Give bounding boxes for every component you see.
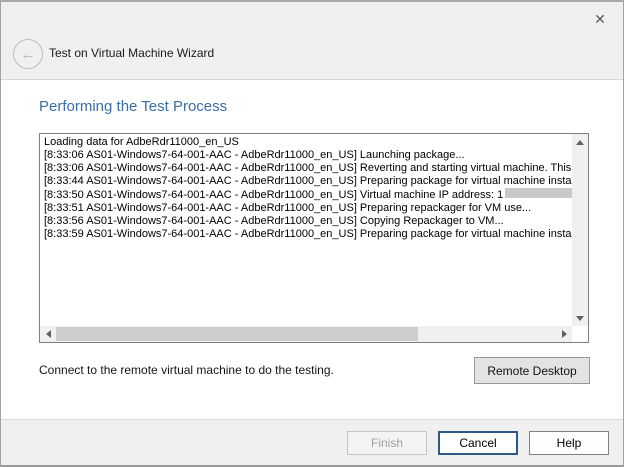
- horizontal-scroll-thumb[interactable]: [56, 327, 418, 341]
- log-line: Loading data for AdbeRdr11000_en_US: [44, 136, 568, 149]
- finish-button[interactable]: Finish: [347, 431, 427, 455]
- wizard-header: ✕ ← Test on Virtual Machine Wizard: [1, 2, 623, 80]
- log-line: [8:33:50 AS01-Windows7-64-001-AAC - Adbe…: [44, 188, 568, 202]
- instruction-text: Connect to the remote virtual machine to…: [39, 363, 334, 377]
- log-line: [8:33:06 AS01-Windows7-64-001-AAC - Adbe…: [44, 149, 568, 162]
- back-arrow-glyph: ←: [21, 47, 36, 62]
- test-log-box[interactable]: Loading data for AdbeRdr11000_en_US[8:33…: [39, 133, 589, 343]
- wizard-title: Test on Virtual Machine Wizard: [49, 46, 214, 60]
- cancel-button[interactable]: Cancel: [438, 431, 518, 455]
- log-line: [8:33:06 AS01-Windows7-64-001-AAC - Adbe…: [44, 162, 568, 175]
- wizard-content: Performing the Test Process Loading data…: [1, 80, 623, 419]
- wizard-dialog: ✕ ← Test on Virtual Machine Wizard Perfo…: [0, 0, 624, 467]
- scroll-left-icon[interactable]: [40, 326, 56, 342]
- redacted-ip-value: [505, 188, 572, 198]
- log-line: [8:33:44 AS01-Windows7-64-001-AAC - Adbe…: [44, 175, 568, 188]
- log-line: [8:33:51 AS01-Windows7-64-001-AAC - Adbe…: [44, 202, 568, 215]
- scroll-up-icon[interactable]: [572, 134, 588, 150]
- help-button[interactable]: Help: [529, 431, 609, 455]
- back-arrow-icon[interactable]: ←: [13, 39, 43, 69]
- scroll-down-icon[interactable]: [572, 310, 588, 326]
- log-line: [8:33:59 AS01-Windows7-64-001-AAC - Adbe…: [44, 228, 568, 241]
- vertical-scrollbar[interactable]: [572, 134, 588, 326]
- close-icon[interactable]: ✕: [587, 8, 613, 30]
- wizard-footer: Finish Cancel Help: [1, 419, 623, 465]
- horizontal-scrollbar[interactable]: [40, 326, 572, 342]
- log-line: [8:33:56 AS01-Windows7-64-001-AAC - Adbe…: [44, 215, 568, 228]
- scroll-right-icon[interactable]: [556, 326, 572, 342]
- log-lines: Loading data for AdbeRdr11000_en_US[8:33…: [40, 134, 572, 326]
- page-title: Performing the Test Process: [39, 98, 227, 115]
- remote-desktop-button[interactable]: Remote Desktop: [474, 357, 590, 384]
